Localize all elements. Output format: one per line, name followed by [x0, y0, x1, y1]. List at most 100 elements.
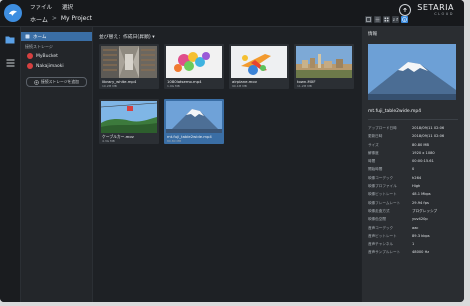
sidebar-item-home[interactable]: ホーム [21, 32, 92, 41]
property-row: 開始時間 0 [368, 167, 460, 175]
property-row: 音声サンプルレート 48000 Hz [368, 250, 460, 258]
mtfuji-thumbnail [166, 101, 222, 133]
property-value: h264 [412, 175, 422, 180]
property-key: 音声サンプルレート [368, 250, 401, 255]
upload-icon [403, 7, 408, 12]
image-view-button[interactable] [365, 16, 372, 23]
file-card-selected[interactable]: mt.fuji_table2wide.mp4 80.80 MB [164, 99, 224, 144]
breadcrumb-home[interactable]: ホーム [30, 15, 48, 24]
property-key: 音声ビットレート [368, 233, 397, 238]
top-right-area: SETARIA CLOUD [399, 3, 454, 17]
property-row: 映像ビットレート 48.1 Mbps [368, 192, 460, 200]
property-value: High [412, 184, 421, 189]
folder-nav-button[interactable] [4, 33, 16, 45]
property-key: 映像コーデック [368, 175, 394, 180]
property-value: 48000 Hz [412, 250, 430, 255]
sidebar-item-mybucket[interactable]: MyBucket [21, 51, 92, 61]
property-key: 映像ビットレート [368, 192, 397, 197]
property-value: 2018/09/11 02:06 [412, 126, 445, 130]
file-card[interactable]: 1080lotsemo.mp4 1.9G MB [164, 44, 224, 89]
property-key: 開始時間 [368, 167, 383, 172]
property-value: 2018/09/11 02:06 [412, 134, 445, 139]
property-row: 解像度 1920 x 1080 [368, 151, 460, 159]
add-storage-button[interactable]: 接続ストレージを追加 [26, 77, 87, 87]
list-icon [375, 17, 380, 22]
property-key: サイズ [368, 142, 379, 147]
home-icon [25, 34, 30, 39]
property-row: 映像フレームレート 29.94 fps [368, 201, 460, 209]
storage-icon [27, 53, 33, 59]
breadcrumb-separator: > [51, 15, 57, 22]
property-value: 89.3 kbps [412, 233, 430, 238]
list-view-button[interactable] [374, 16, 381, 23]
list-icon [6, 59, 14, 67]
info-panel-title: 情報 [368, 32, 377, 37]
breadcrumb: ホーム > My Project [30, 15, 92, 24]
sort-dropdown[interactable]: 並び替え：作成日(昇順) ▾ [99, 33, 155, 40]
file-browser: 並び替え：作成日(昇順) ▾ library_white.mp4 10.2M M [93, 27, 361, 302]
sort-button[interactable] [392, 16, 399, 23]
property-value: 1 [412, 242, 415, 247]
grid-view-button[interactable] [383, 16, 390, 23]
file-size: 4.3G MB [102, 139, 115, 143]
property-key: 映像色空間 [368, 217, 386, 222]
property-row: 更新日時 2018/09/11 02:06 [368, 134, 460, 142]
preview-image [368, 44, 456, 100]
library-thumbnail [101, 46, 157, 78]
app-window: ファイル 選択 ホーム > My Project SETARIA CLOUD ホ… [0, 0, 464, 302]
sidebar-item-nakajimaoki[interactable]: Nakajimaoki [21, 61, 92, 71]
app-logo[interactable] [4, 4, 22, 22]
properties-list: アップロード日時 2018/09/11 02:06 更新日時 2018/09/11 0… [368, 126, 460, 259]
property-key: 映像フレームレート [368, 200, 401, 205]
file-size: 11.2M MB [297, 84, 312, 88]
breadcrumb-current: My Project [60, 15, 93, 22]
file-size: 10.2M MB [102, 84, 117, 88]
brand-name: SETARIA [417, 3, 454, 12]
bird-logo-icon [9, 10, 17, 16]
file-card[interactable]: library_white.mp4 10.2M MB [99, 44, 159, 89]
file-card[interactable]: ケーブルカー.mov 4.3G MB [99, 99, 159, 144]
add-circle-icon [34, 79, 39, 85]
menu-bar: ファイル 選択 [30, 3, 73, 11]
image-icon [366, 17, 371, 22]
file-size: 1.9G MB [167, 84, 180, 88]
info-icon [402, 17, 407, 22]
file-card[interactable]: town.MXF 11.2M MB [294, 44, 354, 89]
file-size: 90.1M MB [232, 84, 247, 88]
sidebar-item-label: MyBucket [36, 53, 58, 59]
property-row: 映像色空間 yuv420p [368, 217, 460, 225]
sidebar-item-label: Nakajimaoki [36, 63, 64, 69]
sidebar: ホーム 接続ストレージ MyBucket Nakajimaoki 接続ストレージ… [21, 27, 93, 302]
view-toolbar [365, 16, 408, 23]
folder-icon [5, 36, 15, 43]
sidebar-item-label: ホーム [33, 34, 47, 40]
balloons-thumbnail [166, 46, 222, 78]
notification-button[interactable] [399, 4, 412, 16]
sidebar-section-title: 接続ストレージ [25, 44, 53, 49]
property-value: 48.1 Mbps [412, 192, 431, 197]
property-key: 更新日時 [368, 134, 383, 139]
menu-file[interactable]: ファイル [30, 3, 52, 11]
divider [368, 119, 458, 120]
storage-icon [27, 63, 33, 69]
file-card[interactable]: airplane.mov 90.1M MB [229, 44, 289, 89]
property-value: プログレッシブ [412, 208, 438, 213]
property-key: 音声コーデック [368, 225, 394, 230]
left-rail [0, 27, 21, 302]
property-value: 0 [412, 167, 415, 172]
property-row: 音声コーデック aac [368, 226, 460, 234]
property-row: サイズ 80.80 MB [368, 143, 460, 151]
property-row: 映像コーデック h264 [368, 176, 460, 184]
top-bar: ファイル 選択 ホーム > My Project SETARIA CLOUD [0, 0, 464, 27]
town-thumbnail [296, 46, 352, 78]
file-size: 80.80 MB [167, 139, 182, 143]
menu-select[interactable]: 選択 [62, 3, 73, 11]
property-value: 00:00:15.61 [412, 159, 434, 164]
add-storage-label: 接続ストレージを追加 [41, 79, 79, 84]
property-row: 音声ビットレート 89.3 kbps [368, 234, 460, 242]
list-nav-button[interactable] [4, 57, 16, 69]
info-panel-button[interactable] [401, 16, 408, 23]
info-panel: 情報 mt.fuji_table2wide.mp4 アップロード日時 2018/0… [362, 27, 464, 302]
property-value: 29.94 fps [412, 200, 429, 205]
grid-icon [384, 17, 389, 22]
